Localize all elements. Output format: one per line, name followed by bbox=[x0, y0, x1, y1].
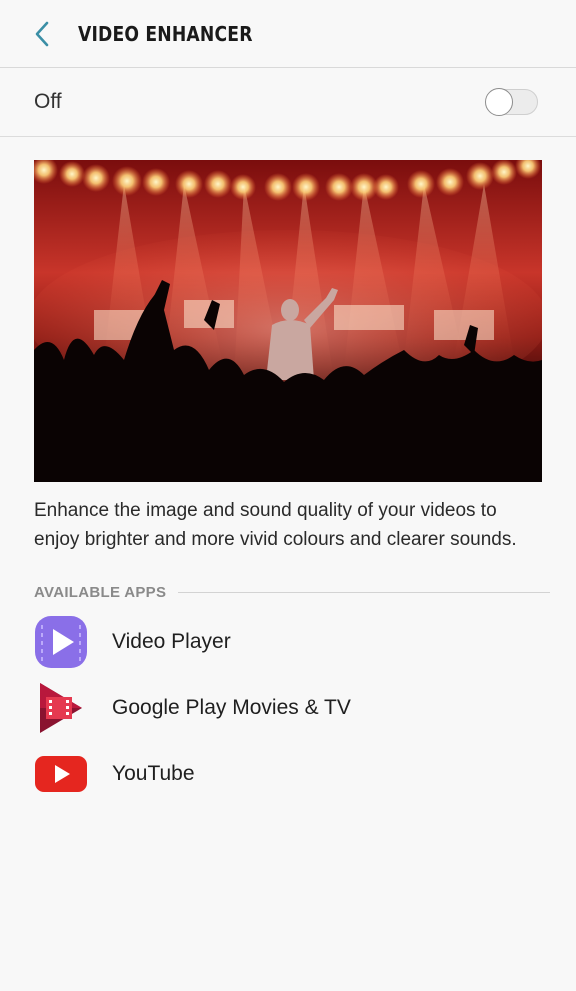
play-movies-icon bbox=[34, 681, 88, 735]
hero-image bbox=[34, 160, 542, 482]
chevron-left-icon bbox=[35, 21, 49, 46]
section-label: AVAILABLE APPS bbox=[34, 584, 167, 601]
app-list: Video Player Google Play Movies & TV You… bbox=[0, 609, 576, 807]
app-bar: VIDEO ENHANCER bbox=[0, 0, 576, 68]
app-name: YouTube bbox=[112, 762, 195, 785]
available-apps-header: AVAILABLE APPS bbox=[34, 584, 550, 601]
back-button[interactable] bbox=[22, 14, 62, 54]
master-toggle-row[interactable]: Off bbox=[0, 68, 576, 137]
app-item-video-player[interactable]: Video Player bbox=[0, 609, 576, 675]
app-item-youtube[interactable]: YouTube bbox=[0, 741, 576, 807]
app-name: Video Player bbox=[112, 630, 231, 653]
toggle-knob bbox=[485, 88, 513, 116]
youtube-icon bbox=[34, 747, 88, 801]
section-divider bbox=[178, 592, 550, 593]
app-name: Google Play Movies & TV bbox=[112, 696, 351, 719]
toggle-label: Off bbox=[34, 90, 62, 113]
feature-description: Enhance the image and sound quality of y… bbox=[34, 500, 517, 550]
video-player-icon bbox=[34, 615, 88, 669]
app-item-google-play-movies[interactable]: Google Play Movies & TV bbox=[0, 675, 576, 741]
toggle-switch[interactable] bbox=[485, 88, 538, 116]
page-title: VIDEO ENHANCER bbox=[78, 21, 253, 46]
